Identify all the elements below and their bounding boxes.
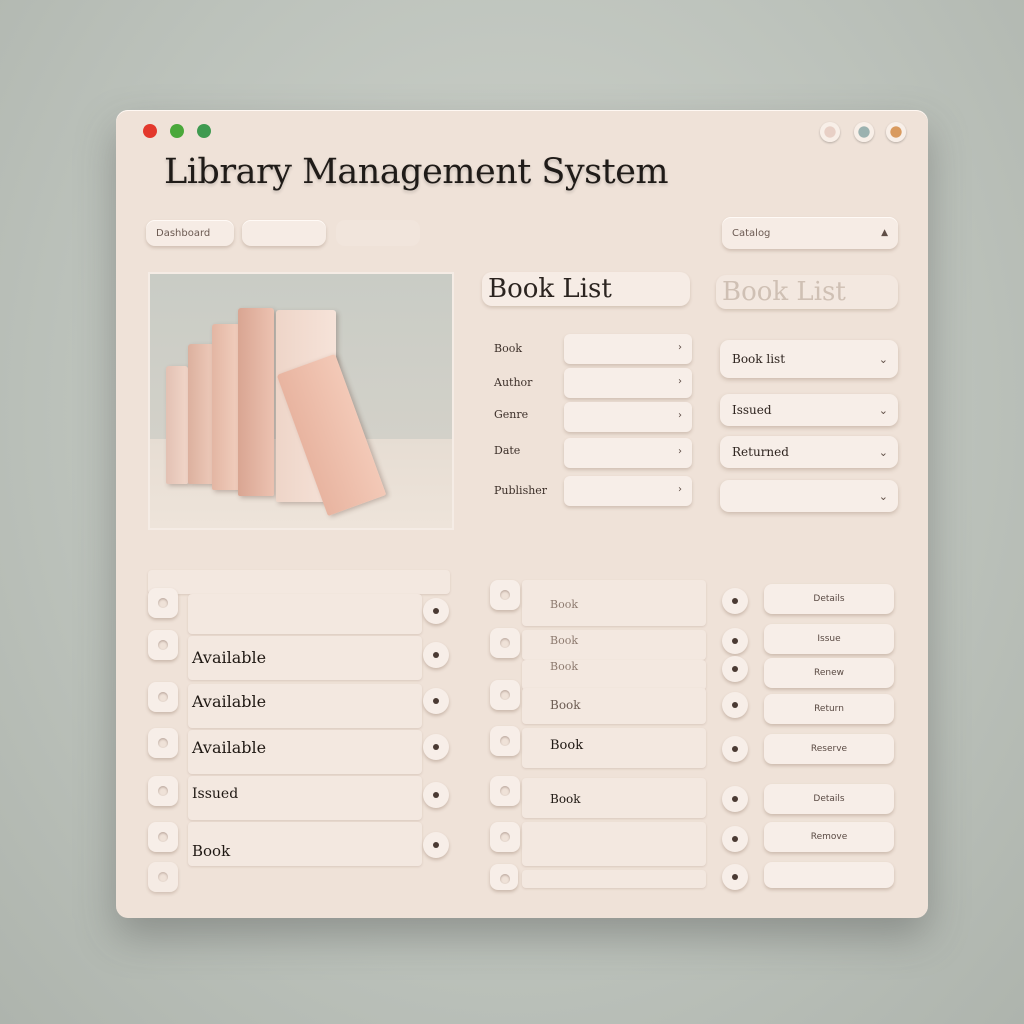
action-radio[interactable]: [722, 628, 748, 654]
table-row[interactable]: [522, 870, 706, 888]
book-list-heading-secondary: Book List: [716, 275, 898, 309]
chevron-down-icon: ⌄: [878, 445, 888, 459]
field-label-author: Author: [494, 376, 533, 389]
genre-input[interactable]: ›: [564, 402, 692, 432]
action-radio[interactable]: [722, 786, 748, 812]
action-radio[interactable]: [722, 656, 748, 682]
details-button-2[interactable]: Details: [764, 784, 894, 814]
chevron-right-icon: ›: [678, 446, 682, 457]
action-radio[interactable]: [722, 826, 748, 852]
left-list-header: [148, 570, 450, 594]
chevron-right-icon: ›: [678, 484, 682, 495]
publisher-input[interactable]: ›: [564, 476, 692, 506]
renew-button[interactable]: Renew: [764, 658, 894, 688]
chevron-down-icon: ▲: [881, 228, 888, 238]
book-checkbox[interactable]: [490, 726, 520, 756]
chevron-down-icon: ⌄: [878, 489, 888, 503]
row-radio[interactable]: [423, 782, 449, 808]
book-row-text: Book: [550, 738, 584, 753]
row-radio[interactable]: [423, 688, 449, 714]
select-value: Book list: [732, 352, 786, 366]
action-radio[interactable]: [722, 736, 748, 762]
row-checkbox[interactable]: [148, 728, 178, 758]
returned-select[interactable]: Returned ⌄: [720, 436, 898, 468]
book-list-heading: Book List: [482, 272, 690, 306]
book-checkbox[interactable]: [490, 776, 520, 806]
tab-second[interactable]: [242, 220, 326, 246]
book-checkbox[interactable]: [490, 580, 520, 610]
book-checkbox[interactable]: [490, 680, 520, 710]
filter-select[interactable]: ⌄: [720, 480, 898, 512]
profile-dot-button[interactable]: [886, 122, 906, 142]
catalog-dropdown[interactable]: Catalog ▲: [722, 217, 898, 249]
book-spine-2: [188, 344, 214, 484]
issue-button[interactable]: Issue: [764, 624, 894, 654]
book-row-text: Book: [550, 698, 581, 712]
row-radio[interactable]: [423, 734, 449, 760]
book-checkbox[interactable]: [490, 822, 520, 852]
book-row-text: Book: [550, 660, 578, 673]
row-checkbox[interactable]: [148, 630, 178, 660]
tab-third[interactable]: [336, 220, 420, 246]
select-value: Returned: [732, 445, 789, 459]
book-spine-1: [166, 366, 188, 484]
close-window-button[interactable]: [143, 124, 157, 138]
field-label-date: Date: [494, 444, 521, 457]
table-row[interactable]: [522, 822, 706, 866]
book-checkbox[interactable]: [490, 864, 518, 890]
book-row-text: Book: [550, 634, 578, 647]
minimize-window-button[interactable]: [170, 124, 184, 138]
table-row[interactable]: [188, 594, 422, 634]
theme-dot-button[interactable]: [854, 122, 874, 142]
select-value: Issued: [732, 403, 772, 417]
action-radio[interactable]: [722, 588, 748, 614]
row-checkbox[interactable]: [148, 682, 178, 712]
left-row-text: Available: [192, 648, 267, 667]
book-row-text: Book: [550, 598, 578, 611]
app-window: Library Management System Dashboard Cata…: [116, 110, 928, 918]
chevron-right-icon: ›: [678, 410, 682, 421]
row-radio[interactable]: [423, 642, 449, 668]
author-input[interactable]: ›: [564, 368, 692, 398]
date-input[interactable]: ›: [564, 438, 692, 468]
left-row-text: Issued: [192, 786, 239, 802]
row-radio[interactable]: [423, 832, 449, 858]
book-input[interactable]: ›: [564, 334, 692, 364]
details-button[interactable]: Details: [764, 584, 894, 614]
book-checkbox[interactable]: [490, 628, 520, 658]
book-spine-3: [212, 324, 240, 490]
action-radio[interactable]: [722, 864, 748, 890]
issued-select[interactable]: Issued ⌄: [720, 394, 898, 426]
left-row-text: Available: [192, 738, 267, 757]
app-title: Library Management System: [164, 152, 669, 192]
field-label-book: Book: [494, 342, 522, 355]
book-row-text: Book: [550, 792, 581, 806]
books-illustration: [148, 272, 454, 530]
row-checkbox[interactable]: [148, 776, 178, 806]
action-radio[interactable]: [722, 692, 748, 718]
remove-button[interactable]: Remove: [764, 822, 894, 852]
tab-dashboard[interactable]: Dashboard: [146, 220, 234, 246]
chevron-right-icon: ›: [678, 342, 682, 353]
maximize-window-button[interactable]: [197, 124, 211, 138]
field-label-genre: Genre: [494, 408, 529, 421]
row-checkbox[interactable]: [148, 588, 178, 618]
settings-dot-button[interactable]: [820, 122, 840, 142]
row-checkbox[interactable]: [148, 862, 178, 892]
catalog-dropdown-label: Catalog: [732, 227, 771, 239]
extra-button[interactable]: [764, 862, 894, 888]
field-label-publisher: Publisher: [494, 484, 548, 497]
left-row-text: Available: [192, 692, 267, 711]
row-radio[interactable]: [423, 598, 449, 624]
chevron-down-icon: ⌄: [878, 352, 888, 366]
chevron-down-icon: ⌄: [878, 403, 888, 417]
book-list-select[interactable]: Book list ⌄: [720, 340, 898, 378]
chevron-right-icon: ›: [678, 376, 682, 387]
reserve-button[interactable]: Reserve: [764, 734, 894, 764]
book-spine-4: [238, 308, 274, 496]
row-checkbox[interactable]: [148, 822, 178, 852]
left-row-text: Book: [192, 842, 231, 860]
return-button[interactable]: Return: [764, 694, 894, 724]
